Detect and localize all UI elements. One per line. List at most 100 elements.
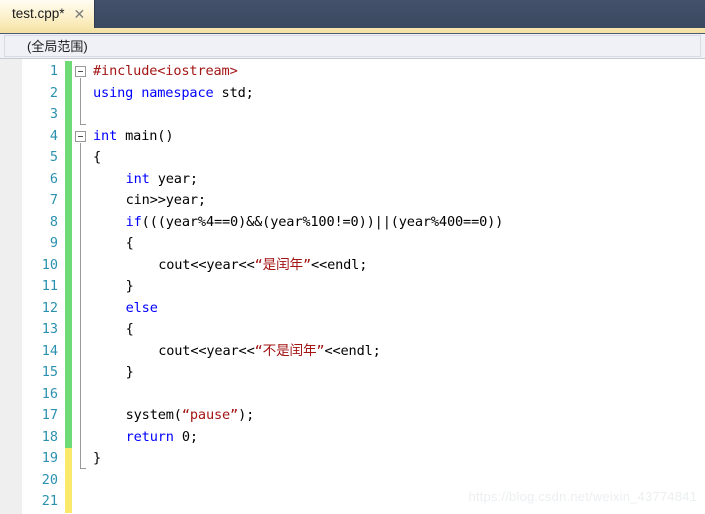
code-line[interactable]: }: [93, 448, 101, 470]
code-token-str: “是闰年”: [254, 256, 312, 273]
code-token-pl: std;: [213, 84, 254, 101]
code-line[interactable]: return 0;: [93, 427, 198, 449]
change-bar-saved: [65, 147, 72, 169]
code-token-pl: {: [125, 235, 134, 251]
outlining-guide-foot: [80, 124, 86, 125]
code-line[interactable]: [93, 104, 101, 126]
change-bar-unsaved: [65, 448, 72, 470]
code-token-kw: int: [125, 170, 150, 187]
scope-selector[interactable]: (全局范围): [4, 35, 701, 57]
line-number: 20: [41, 471, 58, 488]
code-token-pl: main(): [117, 127, 174, 144]
outlining-margin[interactable]: [73, 59, 93, 514]
code-token-pl: );: [238, 407, 255, 423]
change-bar-saved: [65, 319, 72, 341]
line-number: 15: [41, 364, 58, 380]
code-line[interactable]: [93, 470, 101, 492]
change-bar-saved: [65, 276, 72, 298]
change-bar-saved: [65, 362, 72, 384]
outlining-guide-line: [80, 142, 81, 468]
line-number: 12: [41, 299, 58, 316]
code-line[interactable]: [93, 384, 101, 406]
change-bar-saved: [65, 125, 72, 147]
watermark-text: https://blog.csdn.net/weixin_43774841: [468, 489, 697, 504]
outlining-guide-foot: [80, 468, 86, 469]
code-token-pl: cout<<year<<: [158, 256, 255, 273]
code-editor[interactable]: 1 2 3 4 5 6 7 8 9 10 11 12 13 14 15 16 17 18 19 20 21 #inclu…: [0, 59, 705, 514]
code-line[interactable]: }: [93, 276, 134, 298]
code-line[interactable]: cin>>year;: [93, 190, 206, 212]
change-bar-saved: [65, 297, 72, 319]
code-token-pl: }: [125, 278, 134, 294]
line-number: 18: [41, 428, 58, 445]
change-bar-unsaved: [65, 491, 72, 513]
code-token-pl: system(: [125, 407, 182, 423]
change-bar-saved: [65, 104, 72, 126]
line-number: 3: [49, 106, 58, 122]
code-token-pl: }: [93, 450, 102, 466]
fold-toggle-icon[interactable]: [75, 130, 86, 142]
code-line[interactable]: {: [93, 147, 101, 169]
line-number: 19: [41, 450, 58, 466]
code-line[interactable]: [93, 491, 101, 513]
code-line[interactable]: cout<<year<<“是闰年”<<endl;: [93, 255, 367, 277]
code-token-kw: using namespace: [93, 84, 214, 101]
change-bar-saved: [65, 211, 72, 233]
code-text-area[interactable]: #include<iostream> using namespace std; i…: [93, 59, 705, 514]
change-bar-saved: [65, 61, 72, 83]
code-line[interactable]: }: [93, 362, 134, 384]
code-token-pl: 0;: [173, 428, 198, 445]
change-bar-unsaved: [65, 469, 72, 491]
change-bar-saved: [65, 340, 72, 362]
line-number: 7: [49, 192, 58, 208]
line-number: 16: [41, 385, 58, 402]
code-line[interactable]: {: [93, 233, 134, 255]
code-token-pl: }: [125, 364, 134, 380]
code-line[interactable]: system(“pause”);: [93, 405, 255, 427]
code-line[interactable]: #include<iostream>: [93, 61, 238, 83]
code-token-pl: (((year%4==0)&&(year%100!=0))||(year%400…: [141, 213, 504, 230]
change-bar-saved: [65, 190, 72, 212]
change-bar-saved: [65, 426, 72, 448]
line-number: 21: [41, 493, 58, 509]
code-line[interactable]: else: [93, 298, 158, 320]
scope-selector-value: (全局范围): [27, 38, 88, 54]
code-token-pl: cin>>year;: [125, 192, 206, 208]
close-icon[interactable]: ✕: [74, 7, 86, 21]
line-number-gutter: 1 2 3 4 5 6 7 8 9 10 11 12 13 14 15 16 17 18 19 20 21: [22, 59, 64, 514]
code-line[interactable]: int main(): [93, 126, 174, 148]
code-token-str: “不是闰年”: [254, 342, 325, 359]
code-token-kw: if: [125, 213, 142, 230]
line-number: 14: [41, 342, 58, 359]
line-number: 1: [49, 63, 58, 79]
line-number: 11: [41, 278, 58, 294]
code-token-pl: year;: [149, 170, 198, 187]
line-number: 13: [41, 321, 58, 337]
line-number: 2: [49, 84, 58, 101]
change-bar-saved: [65, 383, 72, 405]
editor-tab-strip: test.cpp* ✕: [0, 0, 705, 28]
code-token-pl: {: [125, 321, 134, 337]
change-bar-saved: [65, 254, 72, 276]
code-token-pl: <<endl;: [311, 256, 368, 273]
code-token-pp: #include<iostream>: [93, 63, 238, 79]
code-token-pl: cout<<year<<: [158, 342, 255, 359]
change-bar-saved: [65, 233, 72, 255]
code-token-kw: else: [125, 299, 158, 316]
line-number: 6: [49, 170, 58, 187]
change-bar-saved: [65, 168, 72, 190]
editor-tab-test-cpp[interactable]: test.cpp* ✕: [0, 0, 95, 28]
code-line[interactable]: int year;: [93, 169, 198, 191]
code-line[interactable]: {: [93, 319, 134, 341]
outlining-guide-line: [80, 78, 81, 124]
selection-margin[interactable]: [0, 59, 22, 514]
fold-toggle-icon[interactable]: [75, 66, 86, 77]
code-line[interactable]: if(((year%4==0)&&(year%100!=0))||(year%4…: [93, 212, 504, 234]
line-number: 5: [49, 149, 58, 165]
visual-studio-editor-window: test.cpp* ✕ (全局范围) 1 2 3 4 5 6 7 8 9 10 11 12 13 14 15…: [0, 0, 705, 514]
code-line[interactable]: using namespace std;: [93, 83, 254, 105]
code-line[interactable]: cout<<year<<“不是闰年”<<endl;: [93, 341, 381, 363]
change-tracking-margin: [64, 59, 73, 514]
line-number: 8: [49, 213, 58, 230]
line-number: 9: [49, 235, 58, 251]
